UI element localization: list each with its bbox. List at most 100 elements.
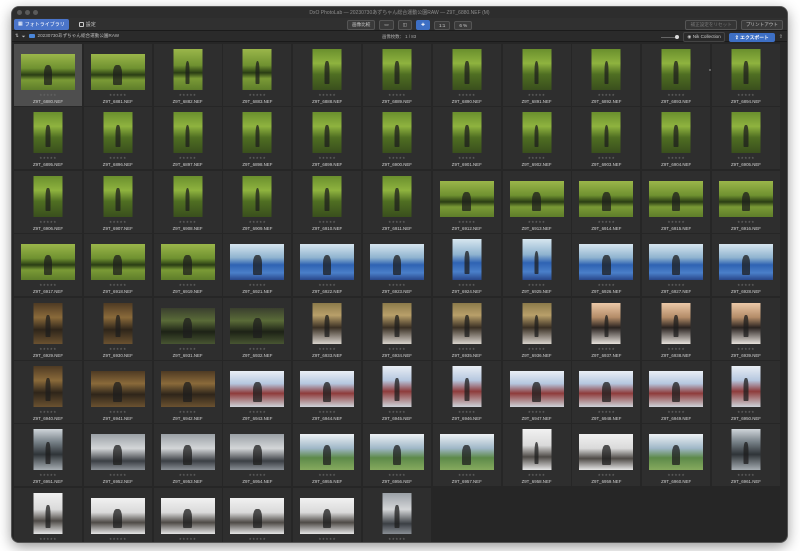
photo-thumbnail[interactable] xyxy=(230,434,285,471)
rating-stars[interactable]: ★★★★★ xyxy=(642,347,710,351)
photo-thumbnail[interactable] xyxy=(382,175,412,217)
rating-stars[interactable]: ★★★★★ xyxy=(363,283,431,287)
rating-stars[interactable]: ★★★★★ xyxy=(84,220,152,224)
photo-thumbnail[interactable] xyxy=(90,434,145,471)
photo-thumbnail[interactable] xyxy=(452,365,482,407)
photo-thumbnail[interactable] xyxy=(649,370,704,407)
photo-thumbnail[interactable] xyxy=(382,302,412,344)
rating-stars[interactable]: ★★★★★ xyxy=(503,283,571,287)
tab-photo-library[interactable]: ▦ フォトライブラリ xyxy=(14,18,69,30)
thumbnail-cell[interactable]: ★★★★★ Z9T_6900.NEF xyxy=(362,107,431,170)
split-view-button[interactable]: ◫ xyxy=(397,20,413,30)
photo-thumbnail[interactable] xyxy=(382,492,412,534)
photo-thumbnail[interactable] xyxy=(173,175,203,217)
rating-stars[interactable]: ★★★★★ xyxy=(293,473,361,477)
thumbnail-cell[interactable]: ★★★★★ Z9T_6932.NEF xyxy=(223,297,292,360)
rating-stars[interactable]: ★★★★★ xyxy=(363,410,431,414)
thumbnail-cell[interactable]: ★★★★★Z9T_6962.NEF xyxy=(14,487,82,542)
photo-thumbnail[interactable] xyxy=(591,302,621,344)
rating-stars[interactable]: ★★★★★ xyxy=(503,410,571,414)
photo-thumbnail[interactable] xyxy=(649,180,704,217)
zoom-icon[interactable]: ✚ xyxy=(416,20,430,30)
thumbnail-cell[interactable]: ★★★★★ Z9T_6917.NEF xyxy=(14,234,82,297)
rating-stars[interactable]: ★★★★★ xyxy=(84,156,152,160)
photo-thumbnail[interactable] xyxy=(369,244,424,281)
rating-stars[interactable]: ★★★★★ xyxy=(223,347,291,351)
thumbnail-cell[interactable]: ★★★★★ Z9T_6926.NEF xyxy=(572,234,641,297)
rating-stars[interactable]: ★★★★★ xyxy=(14,473,82,477)
photo-thumbnail[interactable] xyxy=(522,302,552,344)
thumbnail-cell[interactable]: ★★★★★ Z9T_6951.NEF xyxy=(14,424,82,487)
rating-stars[interactable]: ★★★★★ xyxy=(433,473,501,477)
rating-stars[interactable]: ★★★★★ xyxy=(642,283,710,287)
photo-thumbnail[interactable] xyxy=(230,307,285,344)
thumbnail-cell[interactable]: ★★★★★ Z9T_6898.NEF xyxy=(223,107,292,170)
rating-stars[interactable]: ★★★★★ xyxy=(223,473,291,477)
thumbnail-cell[interactable]: ★★★★★ Z9T_6950.NEF xyxy=(711,360,780,423)
photo-thumbnail[interactable] xyxy=(731,49,761,90)
thumbnail-cell[interactable]: ★★★★★ Z9T_6954.NEF xyxy=(223,424,292,487)
rating-stars[interactable]: ★★★★★ xyxy=(503,93,571,97)
nik-collection-button[interactable]: ◉ Nik Collection xyxy=(683,32,725,42)
thumbnail-cell[interactable]: ★★★★★ Z9T_6909.NEF xyxy=(223,170,292,233)
rating-stars[interactable]: ★★★★★ xyxy=(223,93,291,97)
rating-stars[interactable]: ★★★★★ xyxy=(712,283,780,287)
thumbnail-cell[interactable]: ★★★★★ Z9T_6944.NEF xyxy=(293,360,362,423)
rating-stars[interactable]: ★★★★★ xyxy=(293,93,361,97)
thumbnail-cell[interactable]: ★★★★★ Z9T_6928.NEF xyxy=(711,234,780,297)
rating-stars[interactable]: ★★★★★ xyxy=(223,156,291,160)
photo-thumbnail[interactable] xyxy=(731,112,761,154)
rating-stars[interactable]: ★★★★★ xyxy=(712,220,780,224)
photo-thumbnail[interactable] xyxy=(439,180,494,217)
rating-stars[interactable]: ★★★★★ xyxy=(84,473,152,477)
rating-stars[interactable]: ★★★★★ xyxy=(223,283,291,287)
rating-stars[interactable]: ★★★★★ xyxy=(84,410,152,414)
thumbnail-cell[interactable]: ★★★★★ Z9T_6945.NEF xyxy=(362,360,431,423)
photo-thumbnail[interactable] xyxy=(452,239,482,281)
thumbnail-size-slider[interactable] xyxy=(661,34,680,39)
rating-stars[interactable]: ★★★★★ xyxy=(572,473,640,477)
photo-thumbnail[interactable] xyxy=(522,429,552,471)
thumbnail-cell[interactable]: ★★★★★Z9T_6963.NEF xyxy=(83,487,152,542)
rating-stars[interactable]: ★★★★★ xyxy=(503,347,571,351)
window-controls[interactable] xyxy=(17,10,38,15)
photo-thumbnail[interactable] xyxy=(522,239,552,281)
rating-stars[interactable]: ★★★★★ xyxy=(642,410,710,414)
thumbnail-cell[interactable]: ★★★★★ Z9T_6882.NEF xyxy=(153,44,222,106)
thumbnail-cell[interactable]: ★★★★★ Z9T_6897.NEF xyxy=(153,107,222,170)
photo-thumbnail[interactable] xyxy=(312,175,342,217)
thumbnail-cell[interactable]: ★★★★★ Z9T_6946.NEF xyxy=(432,360,501,423)
thumbnail-cell[interactable]: ★★★★★ Z9T_6957.NEF xyxy=(432,424,501,487)
thumbnail-cell[interactable]: ★★★★★ Z9T_6955.NEF xyxy=(293,424,362,487)
thumbnail-cell[interactable]: ★★★★★ Z9T_6952.NEF xyxy=(83,424,152,487)
photo-thumbnail[interactable] xyxy=(90,54,145,90)
photo-thumbnail[interactable] xyxy=(103,175,133,217)
photo-thumbnail[interactable] xyxy=(579,434,634,471)
rating-stars[interactable]: ★★★★★ xyxy=(84,93,152,97)
thumbnail-cell[interactable]: ★★★★★ Z9T_6913.NEF xyxy=(502,170,571,233)
photo-thumbnail[interactable] xyxy=(649,434,704,471)
thumbnail-cell[interactable]: ★★★★★ Z9T_6936.NEF xyxy=(502,297,571,360)
thumbnail-cell[interactable]: ★★★★★ Z9T_6906.NEF xyxy=(14,170,82,233)
photo-thumbnail[interactable] xyxy=(579,244,634,281)
thumbnail-cell[interactable]: ★★★★★ Z9T_6903.NEF xyxy=(572,107,641,170)
thumbnail-cell[interactable]: ★★★★★ Z9T_6933.NEF xyxy=(293,297,362,360)
thumbnail-cell[interactable]: ★★★★★ Z9T_6890.NEF xyxy=(432,44,501,106)
rating-stars[interactable]: ★★★★★ xyxy=(154,93,222,97)
thumbnail-cell[interactable]: ★★★★★ Z9T_6934.NEF xyxy=(362,297,431,360)
thumbnail-cell[interactable]: ★★★★★ Z9T_6893.NEF xyxy=(642,44,711,106)
photo-thumbnail[interactable] xyxy=(509,180,564,217)
photo-thumbnail[interactable] xyxy=(452,112,482,154)
thumbnail-cell[interactable]: ★★★★★ Z9T_6908.NEF xyxy=(153,170,222,233)
rating-stars[interactable]: ★★★★★ xyxy=(572,283,640,287)
rating-stars[interactable]: ★★★★★ xyxy=(433,283,501,287)
rating-stars[interactable]: ★★★★★ xyxy=(14,156,82,160)
filter-icon[interactable]: ⏷ xyxy=(22,34,26,39)
rating-stars[interactable]: ★★★★★ xyxy=(14,410,82,414)
thumbnail-cell[interactable]: ★★★★★ Z9T_6896.NEF xyxy=(83,107,152,170)
rating-stars[interactable]: ★★★★★ xyxy=(642,473,710,477)
thumbnail-cell[interactable]: ★★★★★ Z9T_6929.NEF xyxy=(14,297,82,360)
thumbnail-cell[interactable]: ★★★★★ Z9T_6927.NEF xyxy=(642,234,711,297)
photo-thumbnail[interactable] xyxy=(242,112,272,154)
rating-stars[interactable]: ★★★★★ xyxy=(223,220,291,224)
